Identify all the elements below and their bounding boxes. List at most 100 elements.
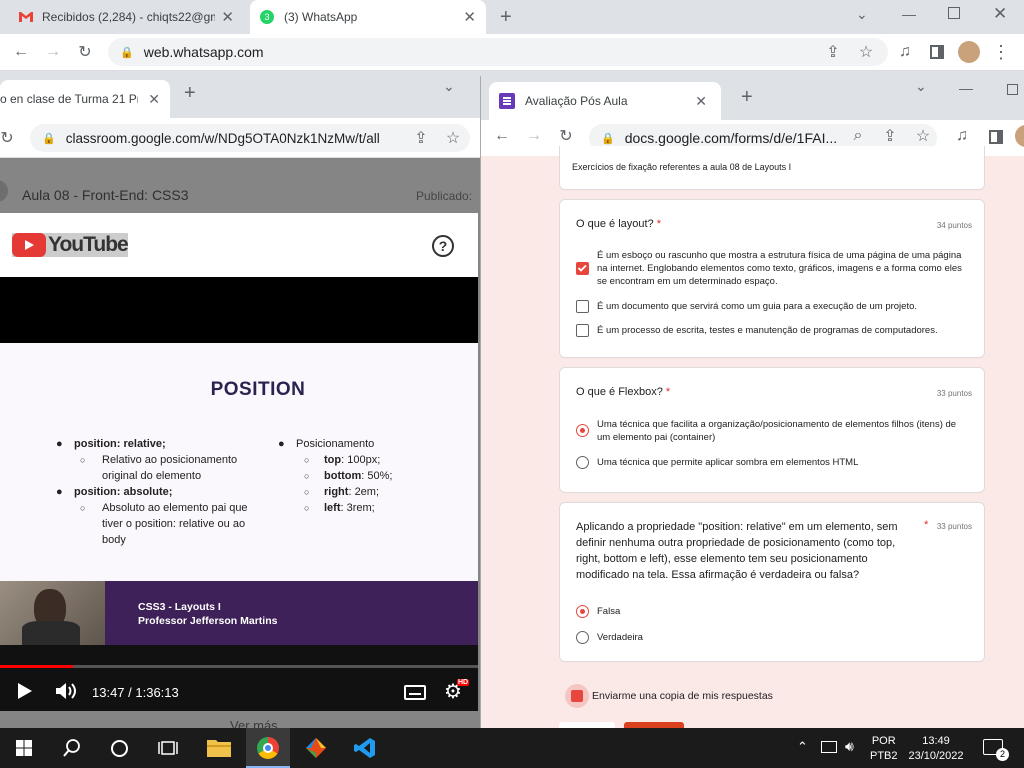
- slide-item: position: relative;: [74, 438, 166, 450]
- time-display: 13:47 / 1:36:13: [92, 685, 179, 700]
- maximize-icon[interactable]: [1007, 84, 1018, 95]
- close-tab-icon[interactable]: ✕: [221, 8, 234, 26]
- radio-option-2[interactable]: [576, 456, 589, 469]
- close-window-icon[interactable]: ✕: [993, 4, 1007, 24]
- menu-kebab-icon[interactable]: ⋮: [990, 41, 1012, 63]
- option-label[interactable]: Verdadeira: [597, 631, 643, 644]
- youtube-logo[interactable]: YouTube: [12, 233, 129, 257]
- notification-count-badge: 2: [996, 748, 1009, 761]
- play-icon[interactable]: [14, 681, 34, 701]
- back-arrow-icon[interactable]: ←: [10, 41, 32, 63]
- git-icon[interactable]: [305, 737, 327, 759]
- reload-icon[interactable]: ↻: [0, 127, 18, 149]
- zoom-icon[interactable]: ⌕: [847, 125, 869, 147]
- bookmark-star-icon[interactable]: ☆: [855, 41, 877, 63]
- option-label[interactable]: Uma técnica que permite aplicar sombra e…: [597, 456, 967, 469]
- profile-avatar[interactable]: [1015, 125, 1024, 147]
- banner-line-2: Professor Jefferson Martins: [138, 615, 278, 627]
- media-control-icon[interactable]: ♫: [894, 41, 916, 63]
- vscode-icon[interactable]: [354, 737, 376, 759]
- see-more-link[interactable]: Ver más: [230, 718, 278, 728]
- copy-checkbox[interactable]: [571, 690, 583, 702]
- question-title: Aplicando a propriedade "position: relat…: [576, 521, 898, 581]
- post-title[interactable]: Aula 08 - Front-End: CSS3: [22, 187, 189, 203]
- subtitles-icon[interactable]: [404, 685, 426, 700]
- forward-arrow-icon[interactable]: →: [523, 125, 545, 147]
- file-explorer-icon[interactable]: [207, 737, 231, 757]
- copy-label[interactable]: Enviarme una copia de mis respuestas: [592, 690, 773, 702]
- published-label: Publicado:: [416, 189, 473, 203]
- presenter-body: [22, 621, 80, 645]
- close-tab-icon[interactable]: ✕: [463, 8, 476, 26]
- profile-avatar[interactable]: [958, 41, 980, 63]
- tab-search-chevron-icon[interactable]: ⌄: [443, 78, 455, 95]
- presenter-webcam: [0, 581, 105, 645]
- cortana-icon[interactable]: [111, 740, 128, 757]
- radio-option-1[interactable]: [576, 424, 589, 437]
- forward-arrow-icon[interactable]: →: [42, 41, 64, 63]
- tab-whatsapp[interactable]: 3 (3) WhatsApp ✕: [250, 0, 486, 34]
- tray-chevron-icon[interactable]: ⌃: [797, 739, 808, 755]
- question-points: 33 puntos: [936, 389, 972, 398]
- option-label[interactable]: Uma técnica que facilita a organização/p…: [597, 418, 967, 444]
- slide-subitem: Relativo ao posicionamento original do e…: [102, 454, 238, 482]
- question-points: 33 puntos: [936, 522, 972, 531]
- media-control-icon[interactable]: ♫: [951, 125, 973, 147]
- side-panel-icon[interactable]: [989, 130, 1003, 144]
- option-label[interactable]: É um documento que servirá como um guia …: [597, 300, 967, 313]
- back-arrow-icon[interactable]: ←: [491, 125, 513, 147]
- reload-icon[interactable]: ↻: [555, 125, 577, 147]
- language-indicator[interactable]: POR PTB2: [870, 734, 898, 764]
- option-label[interactable]: Falsa: [597, 605, 620, 618]
- clock[interactable]: 13:49 23/10/2022: [906, 734, 966, 764]
- help-icon[interactable]: ?: [432, 235, 454, 257]
- checkbox-option-2[interactable]: [576, 300, 589, 313]
- radio-option-false[interactable]: [576, 605, 589, 618]
- new-tab-icon[interactable]: +: [741, 86, 753, 109]
- minimize-icon[interactable]: —: [902, 6, 916, 22]
- side-panel-icon[interactable]: [930, 45, 944, 59]
- tab-classroom[interactable]: o en clase de Turma 21 Pro ✕: [0, 80, 170, 118]
- volume-icon[interactable]: [54, 681, 78, 701]
- tab-forms[interactable]: Avaliação Pós Aula ✕: [489, 82, 721, 120]
- minimize-icon[interactable]: —: [959, 80, 973, 96]
- address-bar[interactable]: 🔒 classroom.google.com/w/NDg5OTA0Nzk1NzM…: [30, 124, 470, 152]
- share-icon[interactable]: ⇪: [822, 41, 844, 63]
- whatsapp-icon: 3: [260, 10, 274, 24]
- bookmark-star-icon[interactable]: ☆: [912, 125, 934, 147]
- question-title: O que é layout? *: [576, 218, 662, 230]
- close-tab-icon[interactable]: ✕: [695, 93, 707, 110]
- tab-search-chevron-icon[interactable]: ⌄: [915, 78, 927, 95]
- tab-title: Avaliação Pós Aula: [525, 94, 628, 108]
- new-tab-icon[interactable]: +: [500, 6, 512, 29]
- restore-icon[interactable]: [948, 7, 960, 19]
- share-icon[interactable]: ⇪: [410, 127, 432, 149]
- taskbar-chrome-active[interactable]: [246, 728, 290, 768]
- search-icon[interactable]: [62, 738, 82, 758]
- post-avatar: [0, 180, 8, 202]
- tab-gmail[interactable]: Recibidos (2,284) - chiqts22@gm ✕: [8, 0, 244, 34]
- bookmark-star-icon[interactable]: ☆: [442, 127, 464, 149]
- task-view-icon[interactable]: [158, 738, 178, 758]
- youtube-player[interactable]: YouTube ? POSITION ● position: relative; …: [0, 213, 478, 711]
- tab-search-chevron-icon[interactable]: ⌄: [856, 6, 868, 23]
- slide-item: position: absolute;: [74, 486, 173, 498]
- lock-icon: 🔒: [42, 132, 56, 145]
- option-label[interactable]: É um processo de escrita, testes e manut…: [597, 324, 967, 337]
- clock-date: 23/10/2022: [908, 750, 964, 762]
- radio-option-true[interactable]: [576, 631, 589, 644]
- slide-value: : 2em;: [348, 486, 380, 498]
- address-bar[interactable]: 🔒 web.whatsapp.com: [108, 38, 888, 66]
- option-label[interactable]: É um esboço ou rascunho que mostra a est…: [597, 249, 967, 288]
- close-tab-icon[interactable]: ✕: [148, 91, 160, 108]
- slide-subitem: Absoluto ao elemento pai que tiver o pos…: [102, 502, 248, 546]
- share-icon[interactable]: ⇪: [879, 125, 901, 147]
- network-icon[interactable]: [821, 741, 837, 753]
- volume-icon[interactable]: 🔊︎: [845, 738, 854, 755]
- new-tab-icon[interactable]: +: [184, 82, 196, 105]
- checkbox-option-1[interactable]: [576, 262, 589, 275]
- checkbox-option-3[interactable]: [576, 324, 589, 337]
- windows-start-icon[interactable]: [16, 740, 32, 756]
- banner-line-1: CSS3 - Layouts I: [138, 601, 221, 613]
- reload-icon[interactable]: ↻: [74, 41, 96, 63]
